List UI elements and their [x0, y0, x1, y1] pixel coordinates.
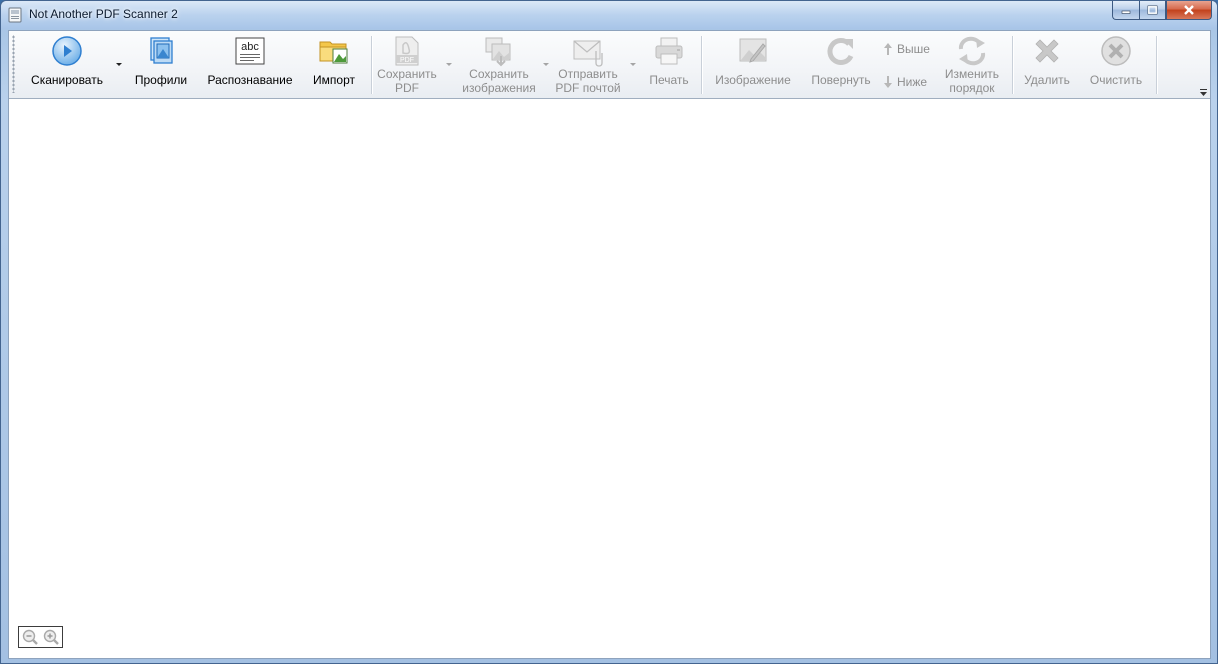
svg-text:PDF: PDF	[400, 57, 414, 64]
pdf-document-icon: PDF	[395, 36, 419, 66]
save-pdf-button[interactable]: PDF Сохранить PDF	[375, 33, 439, 97]
reorder-label-line1: Изменить	[944, 67, 1000, 81]
image-label: Изображение	[715, 73, 791, 87]
toolbar-overflow-icon[interactable]	[1199, 87, 1208, 97]
reorder-arrows-icon	[958, 36, 986, 66]
toolbar-separator	[701, 36, 702, 94]
printer-icon	[655, 37, 683, 65]
zoom-controls	[18, 626, 63, 648]
zoom-in-icon[interactable]	[42, 628, 60, 646]
ocr-label: Распознавание	[207, 73, 293, 87]
save-images-dropdown-arrow[interactable]	[543, 63, 549, 66]
arrow-up-icon	[884, 43, 892, 55]
image-button[interactable]: Изображение	[710, 33, 796, 97]
email-pdf-dropdown-arrow[interactable]	[630, 63, 636, 66]
x-icon	[1035, 39, 1059, 63]
window-title: Not Another PDF Scanner 2	[29, 7, 178, 21]
clear-circle-icon	[1101, 36, 1131, 66]
images-save-icon	[485, 37, 511, 67]
clear-button[interactable]: Очистить	[1083, 33, 1149, 97]
save-images-button[interactable]: Сохранить изображения	[454, 33, 544, 97]
rotate-label: Повернуть	[811, 73, 871, 87]
arrow-down-icon	[884, 76, 892, 88]
app-window: Not Another PDF Scanner 2 Сканировать Пр…	[0, 0, 1218, 664]
reorder-button[interactable]: Изменить порядок	[939, 33, 1005, 97]
minimize-icon	[1121, 10, 1131, 14]
rotate-button[interactable]: Повернуть	[806, 33, 876, 97]
play-circle-icon	[52, 36, 82, 66]
clear-label: Очистить	[1089, 73, 1143, 87]
envelope-icon	[573, 40, 603, 67]
maximize-icon	[1147, 5, 1158, 15]
main-toolbar: Сканировать Профили abc Распознавание Им…	[9, 31, 1210, 99]
move-down-label: Ниже	[897, 75, 928, 89]
image-edit-icon	[739, 38, 767, 63]
toolbar-separator	[1156, 36, 1157, 94]
scan-dropdown-arrow[interactable]	[116, 63, 122, 66]
email-pdf-label-line2: PDF почтой	[555, 81, 621, 95]
save-pdf-label-line2: PDF	[395, 81, 419, 95]
save-images-label-line2: изображения	[462, 81, 536, 95]
close-button[interactable]	[1166, 1, 1212, 20]
title-bar[interactable]: Not Another PDF Scanner 2	[1, 1, 1217, 29]
scan-button[interactable]: Сканировать	[21, 33, 113, 97]
email-pdf-button[interactable]: Отправить PDF почтой	[552, 33, 624, 97]
delete-label: Удалить	[1024, 73, 1070, 87]
maximize-button[interactable]	[1139, 1, 1166, 20]
save-images-label-line1: Сохранить	[469, 67, 529, 81]
scanner-icon	[8, 7, 22, 23]
ocr-button[interactable]: abc Распознавание	[205, 33, 295, 97]
close-icon	[1184, 5, 1194, 15]
svg-text:abc: abc	[241, 41, 259, 53]
move-up-label: Выше	[897, 42, 930, 56]
main-client-area: Сканировать Профили abc Распознавание Им…	[8, 30, 1211, 659]
folder-image-icon	[319, 41, 348, 64]
window-controls	[1112, 1, 1212, 20]
email-pdf-label-line1: Отправить	[558, 67, 618, 81]
profiles-button[interactable]: Профили	[129, 33, 193, 97]
save-pdf-label-line1: Сохранить	[377, 67, 437, 81]
toolbar-separator	[371, 36, 372, 94]
move-up-button[interactable]: Выше	[883, 40, 930, 58]
profiles-icon	[150, 37, 173, 64]
minimize-button[interactable]	[1112, 1, 1139, 20]
delete-button[interactable]: Удалить	[1020, 33, 1074, 97]
profiles-label: Профили	[134, 73, 188, 87]
import-button[interactable]: Импорт	[305, 33, 363, 97]
print-label: Печать	[649, 73, 689, 87]
image-list-area[interactable]	[9, 100, 1210, 658]
toolbar-separator	[1012, 36, 1013, 94]
reorder-label-line2: порядок	[949, 81, 995, 95]
import-label: Импорт	[313, 73, 355, 87]
save-pdf-dropdown-arrow[interactable]	[446, 63, 452, 66]
zoom-out-icon[interactable]	[21, 628, 39, 646]
print-button[interactable]: Печать	[643, 33, 695, 97]
scan-label: Сканировать	[31, 73, 103, 87]
toolbar-grip[interactable]	[12, 35, 15, 93]
abc-document-icon: abc	[235, 37, 265, 65]
rotate-icon	[827, 38, 854, 65]
move-down-button[interactable]: Ниже	[883, 73, 927, 91]
